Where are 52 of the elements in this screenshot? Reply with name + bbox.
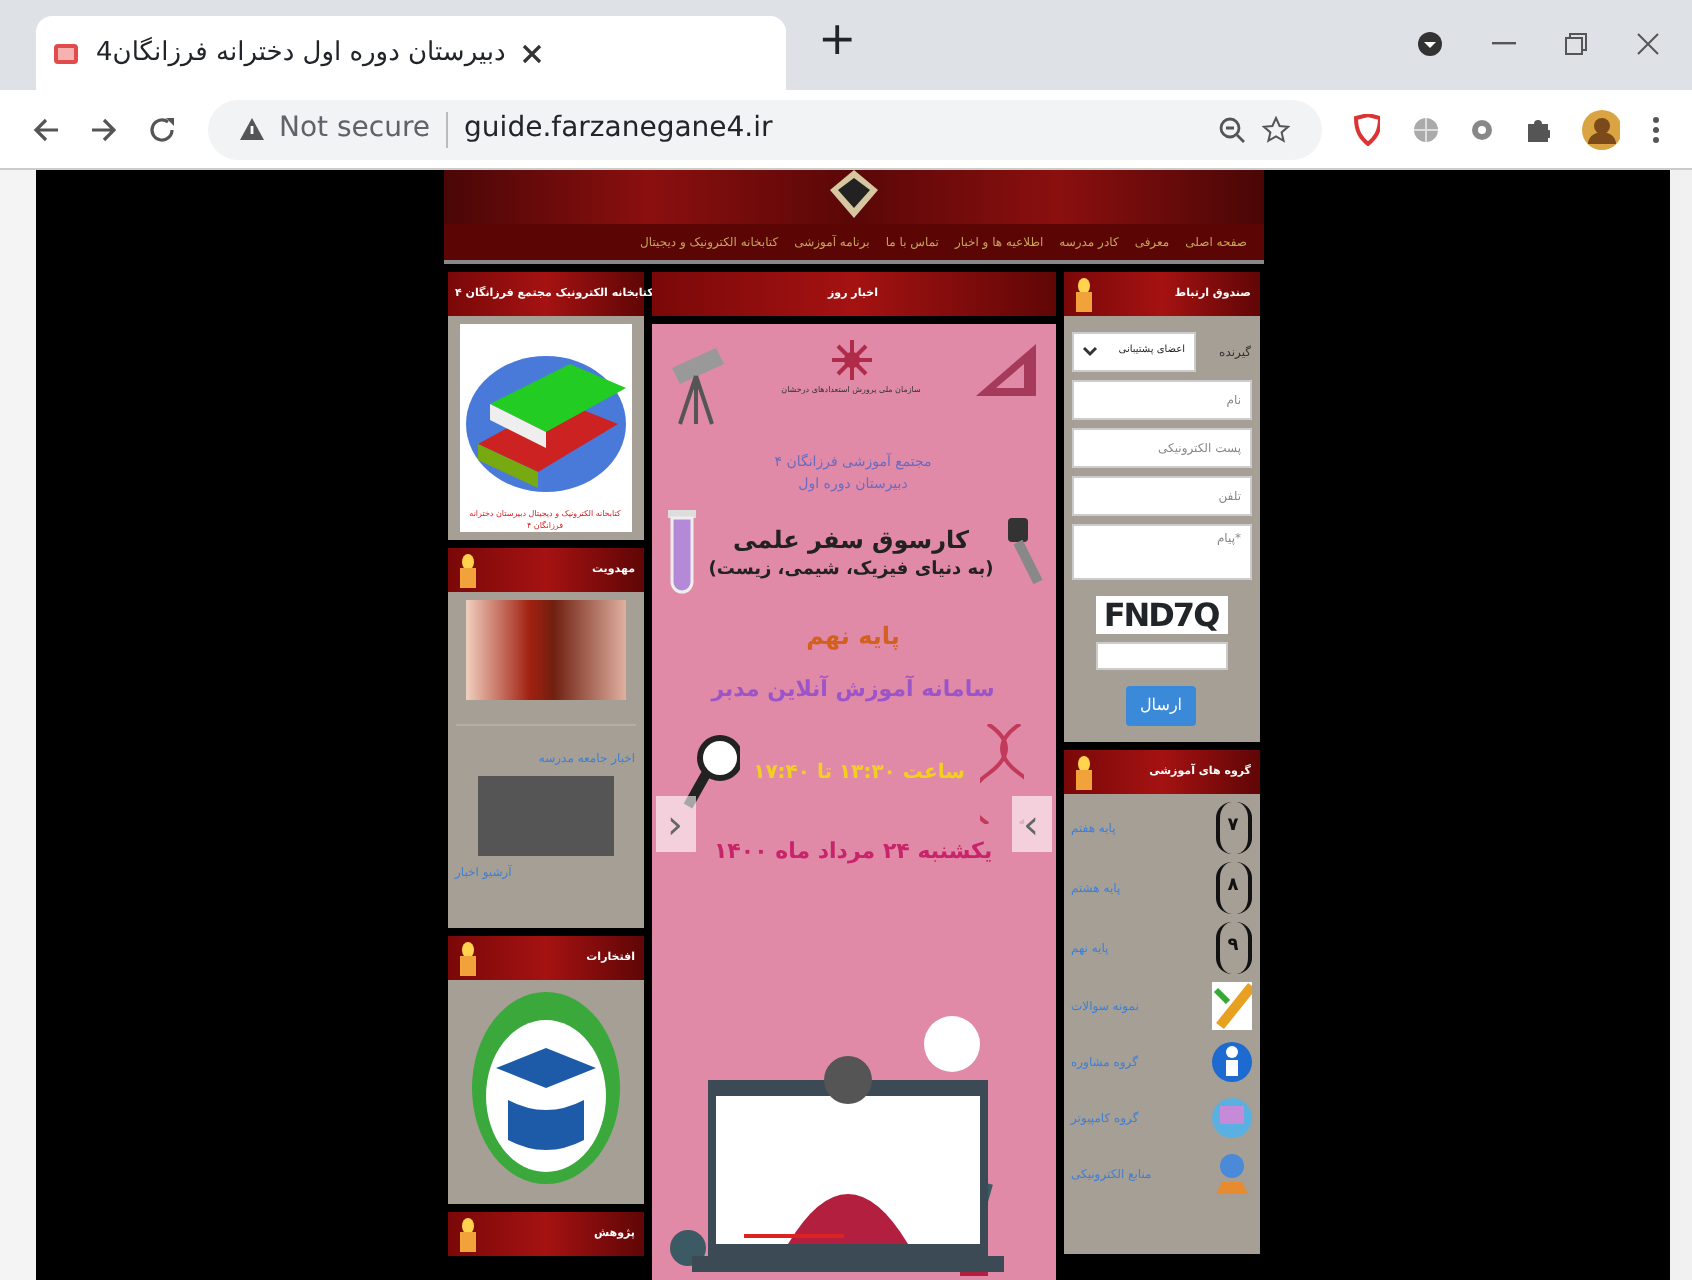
- grade-emblem: ۸: [1215, 862, 1251, 914]
- ornament-icon: [825, 170, 881, 218]
- candle-icon: [1071, 754, 1095, 790]
- chevron-down-icon: [1081, 346, 1097, 358]
- subheadline: (به دنیای فیزیک، شیمی، زیست): [708, 558, 994, 585]
- grade-label: پایه نهم: [806, 620, 900, 654]
- menu-icon[interactable]: [1652, 115, 1660, 143]
- extension-icon[interactable]: [1469, 117, 1493, 141]
- headline: کارسوق سفر علمی: [733, 524, 969, 559]
- zoom-icon[interactable]: [1217, 115, 1246, 143]
- dna-icon: [979, 723, 1023, 823]
- scrollbar[interactable]: [1670, 170, 1692, 1280]
- star-icon[interactable]: [1261, 115, 1290, 143]
- profile-menu-icon[interactable]: [1416, 30, 1444, 58]
- candle-icon: [455, 940, 479, 976]
- submit-button[interactable]: ارسال: [1125, 686, 1197, 726]
- new-tab-button[interactable]: +: [818, 5, 857, 74]
- minimize-icon[interactable]: [1492, 42, 1516, 46]
- reload-icon[interactable]: [148, 115, 176, 143]
- address-bar[interactable]: Not secure guide.farzanegane4.ir: [207, 99, 1322, 159]
- tab-title: دبیرستان دوره اول دخترانه فرزانگان4: [96, 35, 506, 72]
- back-icon[interactable]: [32, 115, 59, 143]
- photo-placeholder: [477, 776, 613, 856]
- pencil-icon: [1211, 982, 1251, 1030]
- computer-icon: [1211, 1094, 1251, 1142]
- puzzle-icon[interactable]: [1524, 115, 1551, 143]
- restore-icon[interactable]: [1564, 32, 1588, 56]
- shield-icon[interactable]: [1353, 113, 1380, 145]
- candle-icon: [455, 552, 479, 588]
- magnifier-icon: [683, 733, 740, 813]
- event-date: یکشنبه ۲۴ مرداد ماه ۱۴۰۰: [713, 835, 993, 868]
- grade-emblem: ۷: [1215, 802, 1251, 854]
- captcha-field[interactable]: [1095, 642, 1227, 670]
- grade-emblem: ۹: [1215, 922, 1251, 974]
- browser-tab[interactable]: دبیرستان دوره اول دخترانه فرزانگان4: [36, 16, 786, 90]
- close-icon[interactable]: [521, 43, 542, 63]
- avatar-icon[interactable]: [1582, 109, 1621, 149]
- candle-icon: [1071, 276, 1095, 312]
- person-icon: [1211, 1038, 1251, 1086]
- user-icon: [1211, 1150, 1251, 1198]
- logo-icon: [831, 340, 871, 384]
- event-time: ساعت ۱۳:۳۰ تا ۱۷:۴۰: [753, 760, 965, 788]
- candle-icon: [455, 1216, 479, 1252]
- captcha-image: FND7Q: [1095, 596, 1227, 634]
- forward-icon[interactable]: [90, 115, 117, 143]
- security-label: Not secure: [279, 110, 431, 148]
- site-favicon-icon: [52, 41, 80, 65]
- ruler-triangle-icon: [971, 340, 1039, 400]
- platform-name: سامانه آموزش آنلاین مدبر: [711, 674, 995, 706]
- url-text: guide.farzanegane4.ir: [464, 110, 773, 148]
- close-icon[interactable]: [1636, 32, 1660, 56]
- warning-icon: [239, 118, 264, 140]
